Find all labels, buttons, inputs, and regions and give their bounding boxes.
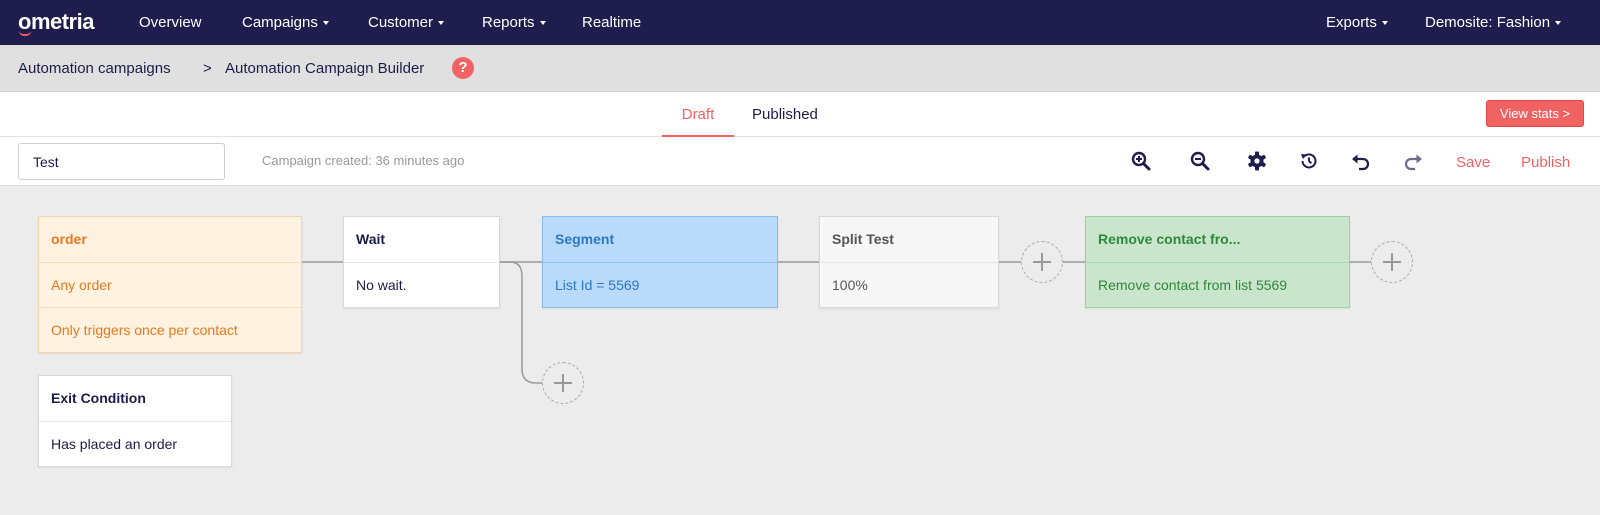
tab-published[interactable]: Published xyxy=(752,106,818,123)
breadcrumb: Automation campaigns > Automation Campai… xyxy=(0,45,1600,92)
builder-canvas[interactable]: order Any order Only triggers once per c… xyxy=(0,186,1600,515)
nav-reports-label: Reports xyxy=(482,14,535,31)
save-button[interactable]: Save xyxy=(1456,154,1490,171)
node-title: Exit Condition xyxy=(51,390,146,406)
nav-site-selector[interactable]: Demosite: Fashion xyxy=(1425,14,1562,31)
tabs-bar: Draft Published View stats > xyxy=(0,92,1600,137)
node-title: Split Test xyxy=(832,231,894,247)
caret-down-icon xyxy=(322,21,329,26)
nav-campaigns[interactable]: Campaigns xyxy=(242,14,329,31)
campaign-created-status: Campaign created: 36 minutes ago xyxy=(262,153,465,168)
segment-node[interactable]: Segment List Id = 5569 xyxy=(542,216,778,308)
add-step-plus-icon[interactable] xyxy=(542,362,584,404)
node-detail: Has placed an order xyxy=(39,421,231,466)
node-title: order xyxy=(51,231,87,247)
add-step-plus-icon[interactable] xyxy=(1021,241,1063,283)
builder-toolbar: Campaign created: 36 minutes ago Save Pu… xyxy=(0,137,1600,186)
nav-reports[interactable]: Reports xyxy=(482,14,546,31)
help-icon[interactable]: ? xyxy=(452,57,474,79)
nav-customer[interactable]: Customer xyxy=(368,14,445,31)
nav-customer-label: Customer xyxy=(368,14,434,31)
page-title: Automation Campaign Builder xyxy=(225,60,425,77)
node-title: Wait xyxy=(356,231,386,247)
node-detail: Remove contact from list 5569 xyxy=(1086,262,1349,307)
nav-exports-label: Exports xyxy=(1326,14,1377,31)
publish-button[interactable]: Publish xyxy=(1521,154,1570,171)
caret-down-icon xyxy=(1555,21,1562,26)
caret-down-icon xyxy=(438,21,445,26)
split-test-node[interactable]: Split Test 100% xyxy=(819,216,999,308)
nav-realtime-label: Realtime xyxy=(582,14,642,31)
tab-draft[interactable]: Draft xyxy=(662,106,734,137)
campaign-name-input[interactable] xyxy=(18,143,225,180)
logo-smile-mark xyxy=(19,31,31,36)
wait-node[interactable]: Wait No wait. xyxy=(343,216,500,308)
undo-icon[interactable] xyxy=(1350,150,1372,172)
node-title: Remove contact fro... xyxy=(1098,231,1241,247)
nav-realtime[interactable]: Realtime xyxy=(582,14,641,31)
nav-exports[interactable]: Exports xyxy=(1326,14,1388,31)
node-title: Segment xyxy=(555,231,615,247)
add-step-plus-icon[interactable] xyxy=(1371,241,1413,283)
trigger-node-order[interactable]: order Any order Only triggers once per c… xyxy=(38,216,302,353)
view-stats-button[interactable]: View stats > xyxy=(1486,100,1584,127)
zoom-out-icon[interactable] xyxy=(1189,150,1211,172)
top-nav: ometria Overview Campaigns Customer Repo… xyxy=(0,0,1600,45)
remove-contact-node[interactable]: Remove contact fro... Remove contact fro… xyxy=(1085,216,1350,308)
node-detail: Any order xyxy=(39,262,301,307)
nav-overview[interactable]: Overview xyxy=(139,14,202,31)
nav-site-label: Demosite: Fashion xyxy=(1425,14,1551,31)
exit-condition-node[interactable]: Exit Condition Has placed an order xyxy=(38,375,232,467)
node-detail: 100% xyxy=(820,262,998,307)
node-detail: Only triggers once per contact xyxy=(39,307,301,352)
zoom-in-icon[interactable] xyxy=(1130,150,1152,172)
settings-gear-icon[interactable] xyxy=(1246,150,1268,172)
breadcrumb-automation-campaigns[interactable]: Automation campaigns xyxy=(18,60,171,77)
nav-overview-label: Overview xyxy=(139,14,202,31)
nav-campaigns-label: Campaigns xyxy=(242,14,318,31)
breadcrumb-separator: > xyxy=(203,60,212,77)
history-icon[interactable] xyxy=(1298,150,1320,172)
redo-icon[interactable] xyxy=(1402,150,1424,172)
node-detail: No wait. xyxy=(344,262,499,307)
node-detail: List Id = 5569 xyxy=(543,262,777,307)
caret-down-icon xyxy=(539,21,546,26)
caret-down-icon xyxy=(1381,21,1388,26)
